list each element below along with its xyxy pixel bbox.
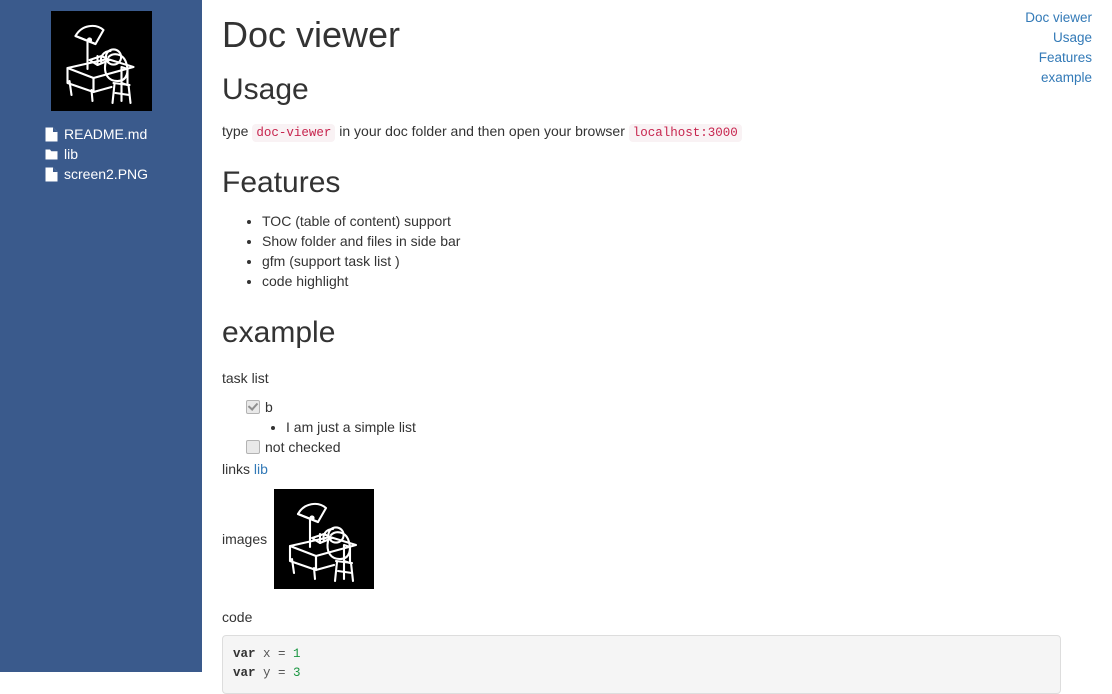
toc-item-doc-viewer[interactable]: Doc viewer [862, 8, 1092, 28]
task-list-label: task list [222, 370, 269, 386]
code-label: code [222, 609, 253, 625]
section-heading-features: Features [222, 166, 341, 199]
links-label: links [222, 461, 251, 477]
file-list-item-readme[interactable]: README.md [45, 124, 202, 144]
file-list-item-screen2[interactable]: screen2.PNG [45, 164, 202, 184]
desk-lamp-person-illustration-icon [274, 489, 375, 589]
code-keyword: var [233, 666, 256, 680]
images-row: images [222, 479, 1092, 589]
links-paragraph: links lib [222, 457, 1092, 479]
code-block: var x = 1 var y = 3 [222, 635, 1061, 694]
code-text: y = [255, 666, 294, 680]
table-of-contents: Doc viewer Usage Features example [862, 8, 1092, 88]
toc-item-example[interactable]: example [862, 68, 1092, 88]
desk-lamp-person-illustration-icon [50, 11, 152, 111]
list-item: code highlight [262, 271, 1092, 291]
code-text: x = [255, 647, 294, 661]
task-list-item-b[interactable]: b [246, 397, 1092, 417]
list-item: gfm (support task list ) [262, 251, 1092, 271]
link-lib[interactable]: lib [254, 461, 268, 477]
inline-code-url: localhost:3000 [628, 124, 742, 142]
task-list-sub-list-container: I am just a simple list [246, 417, 1092, 437]
list-item: TOC (table of content) support [262, 211, 1092, 231]
task-list-item-label: b [265, 399, 273, 415]
file-icon [45, 127, 58, 142]
usage-text-middle: in your doc folder and then open your br… [339, 123, 625, 139]
usage-text-before: type [222, 123, 249, 139]
toc-item-features[interactable]: Features [862, 48, 1092, 68]
file-list-item-label: lib [64, 146, 79, 162]
images-label: images [222, 531, 268, 547]
document-content: Doc viewer Usage Features example Doc vi… [202, 0, 1112, 694]
toc-link-features[interactable]: Features [1039, 50, 1092, 65]
checkbox-checked-icon[interactable] [246, 400, 260, 414]
features-list: TOC (table of content) support Show fold… [222, 201, 1092, 291]
file-list-item-label: README.md [64, 126, 148, 142]
checkbox-unchecked-icon[interactable] [246, 440, 260, 454]
task-list: b I am just a simple list not checked [222, 388, 1092, 457]
file-icon [45, 167, 58, 182]
usage-paragraph: type doc-viewer in your doc folder and t… [222, 108, 1092, 143]
code-keyword: var [233, 647, 256, 661]
list-item: Show folder and files in side bar [262, 231, 1092, 251]
task-list-sub-list: I am just a simple list [246, 417, 1092, 437]
code-number: 1 [293, 647, 301, 661]
code-number: 3 [293, 666, 301, 680]
file-list: README.md lib screen2.PNG [0, 124, 202, 184]
file-list-item-label: screen2.PNG [64, 166, 149, 182]
toc-link-doc-viewer[interactable]: Doc viewer [1025, 10, 1092, 25]
toc-link-usage[interactable]: Usage [1053, 30, 1092, 45]
sidebar: README.md lib screen2.PNG [0, 0, 202, 672]
task-list-item-label: not checked [265, 439, 341, 455]
section-heading-example: example [222, 316, 336, 349]
inline-code-command: doc-viewer [252, 124, 336, 142]
toc-item-usage[interactable]: Usage [862, 28, 1092, 48]
task-list-item-not-checked[interactable]: not checked [246, 437, 1092, 457]
sidebar-logo-container [0, 0, 202, 116]
list-item: I am just a simple list [286, 417, 1092, 437]
folder-icon [45, 147, 58, 162]
file-list-item-lib[interactable]: lib [45, 144, 202, 164]
toc-link-example[interactable]: example [1041, 70, 1092, 85]
